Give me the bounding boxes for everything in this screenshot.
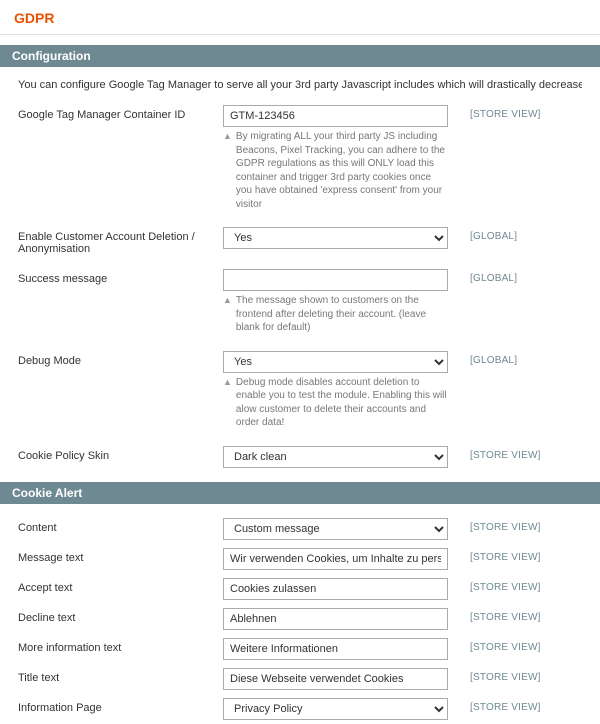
label-content: Content (18, 518, 223, 534)
scope-store-view: [STORE VIEW] (448, 638, 541, 653)
field-debug-mode: Debug Mode Yes ▲ Debug mode disables acc… (18, 347, 582, 436)
label-title-text: Title text (18, 668, 223, 684)
hint-debug-mode: ▲ Debug mode disables account deletion t… (223, 373, 448, 432)
input-message-text[interactable] (223, 548, 448, 570)
label-decline-text: Decline text (18, 608, 223, 624)
section-header-cookie-alert: Cookie Alert (0, 482, 600, 504)
scope-store-view: [STORE VIEW] (448, 608, 541, 623)
label-message-text: Message text (18, 548, 223, 564)
select-enable-deletion[interactable]: Yes (223, 227, 448, 249)
page-title: GDPR (0, 6, 600, 34)
label-cookie-policy-skin: Cookie Policy Skin (18, 446, 223, 462)
field-cookie-policy-skin: Cookie Policy Skin Dark clean [STORE VIE… (18, 442, 582, 472)
field-gtm-container-id: Google Tag Manager Container ID ▲ By mig… (18, 101, 582, 217)
select-cookie-policy-skin[interactable]: Dark clean (223, 446, 448, 468)
divider (0, 34, 600, 35)
scope-store-view: [STORE VIEW] (448, 518, 541, 533)
scope-store-view: [STORE VIEW] (448, 668, 541, 683)
field-more-info-text: More information text [STORE VIEW] (18, 634, 582, 664)
input-success-message[interactable] (223, 269, 448, 291)
triangle-up-icon: ▲ (223, 376, 232, 390)
label-information-page: Information Page (18, 698, 223, 714)
input-more-info-text[interactable] (223, 638, 448, 660)
section-body-configuration: You can configure Google Tag Manager to … (0, 67, 600, 472)
section-body-cookie-alert: Content Custom message [STORE VIEW] Mess… (0, 504, 600, 724)
input-decline-text[interactable] (223, 608, 448, 630)
scope-store-view: [STORE VIEW] (448, 578, 541, 593)
select-information-page[interactable]: Privacy Policy (223, 698, 448, 720)
field-decline-text: Decline text [STORE VIEW] (18, 604, 582, 634)
label-enable-deletion: Enable Customer Account Deletion / Anony… (18, 227, 223, 255)
configuration-intro: You can configure Google Tag Manager to … (18, 77, 582, 101)
label-gtm-container-id: Google Tag Manager Container ID (18, 105, 223, 121)
label-success-message: Success message (18, 269, 223, 285)
label-accept-text: Accept text (18, 578, 223, 594)
scope-store-view: [STORE VIEW] (448, 698, 541, 713)
label-more-info-text: More information text (18, 638, 223, 654)
field-content: Content Custom message [STORE VIEW] (18, 514, 582, 544)
scope-store-view: [STORE VIEW] (448, 105, 541, 120)
scope-global: [GLOBAL] (448, 227, 517, 242)
select-content[interactable]: Custom message (223, 518, 448, 540)
hint-text: Debug mode disables account deletion to … (236, 376, 448, 430)
scope-store-view: [STORE VIEW] (448, 446, 541, 461)
label-debug-mode: Debug Mode (18, 351, 223, 367)
field-information-page: Information Page Privacy Policy [STORE V… (18, 694, 582, 724)
scope-global: [GLOBAL] (448, 351, 517, 366)
select-debug-mode[interactable]: Yes (223, 351, 448, 373)
input-accept-text[interactable] (223, 578, 448, 600)
field-success-message: Success message ▲ The message shown to c… (18, 265, 582, 341)
field-message-text: Message text [STORE VIEW] (18, 544, 582, 574)
scope-global: [GLOBAL] (448, 269, 517, 284)
hint-text: By migrating ALL your third party JS inc… (236, 130, 448, 211)
input-title-text[interactable] (223, 668, 448, 690)
hint-text: The message shown to customers on the fr… (236, 294, 448, 335)
field-enable-deletion: Enable Customer Account Deletion / Anony… (18, 223, 582, 259)
field-accept-text: Accept text [STORE VIEW] (18, 574, 582, 604)
section-header-configuration: Configuration (0, 45, 600, 67)
triangle-up-icon: ▲ (223, 294, 232, 308)
triangle-up-icon: ▲ (223, 130, 232, 144)
hint-success-message: ▲ The message shown to customers on the … (223, 291, 448, 337)
field-title-text: Title text [STORE VIEW] (18, 664, 582, 694)
hint-gtm-container-id: ▲ By migrating ALL your third party JS i… (223, 127, 448, 213)
scope-store-view: [STORE VIEW] (448, 548, 541, 563)
input-gtm-container-id[interactable] (223, 105, 448, 127)
